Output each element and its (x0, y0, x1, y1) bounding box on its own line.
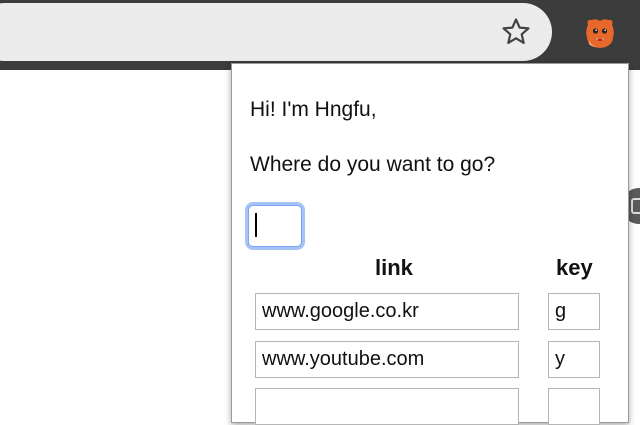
key-field-2[interactable] (548, 341, 600, 378)
text-cursor (255, 213, 257, 237)
greeting-text: Hi! I'm Hngfu, (250, 98, 377, 121)
link-field-3[interactable] (255, 388, 519, 425)
hngfu-mascot-icon[interactable] (583, 16, 617, 50)
question-text: Where do you want to go? (250, 153, 496, 176)
key-field-1[interactable] (548, 293, 600, 330)
link-column-header: link (375, 255, 413, 280)
address-bar[interactable] (0, 3, 552, 61)
link-field-1[interactable] (255, 293, 519, 330)
extension-popup: Hi! I'm Hngfu, Where do you want to go? … (231, 63, 629, 425)
key-field-3[interactable] (548, 388, 600, 425)
link-field-2[interactable] (255, 341, 519, 378)
browser-toolbar (0, 0, 640, 70)
key-column-header: key (556, 255, 593, 280)
star-outline-icon[interactable] (500, 16, 532, 48)
